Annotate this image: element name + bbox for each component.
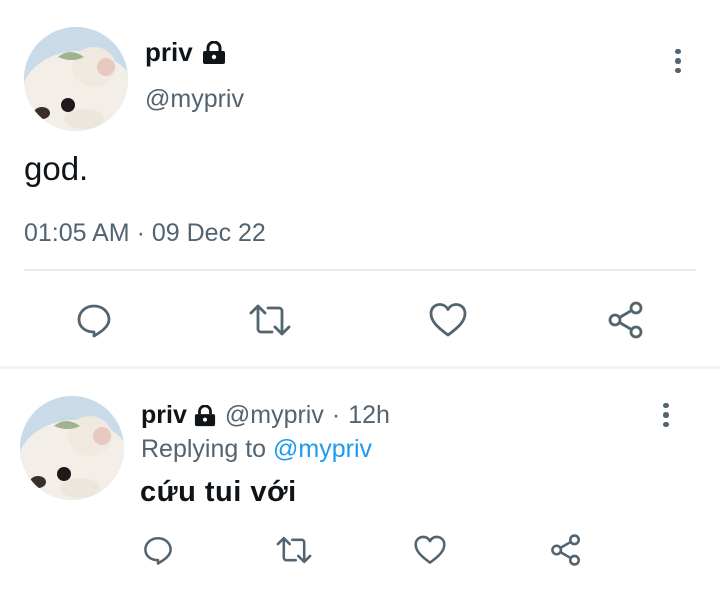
reply-text: cứu tui với <box>140 476 297 508</box>
retweet-icon <box>249 304 291 336</box>
reply-more-options-button[interactable] <box>652 398 680 432</box>
more-options-button[interactable] <box>664 44 692 78</box>
display-name-text[interactable]: priv <box>145 37 193 68</box>
handle[interactable]: @mypriv <box>145 85 244 114</box>
comment-icon <box>144 536 172 565</box>
reply-retweet-button[interactable] <box>274 532 314 568</box>
replying-to: Replying to @mypriv <box>141 435 372 464</box>
replying-to-handle-link[interactable]: @mypriv <box>273 435 372 463</box>
more-vertical-icon-dot <box>663 412 669 418</box>
share-button[interactable] <box>604 298 648 342</box>
reply-avatar[interactable] <box>20 396 124 500</box>
tweet-time: 01:05 AM <box>24 219 130 247</box>
retweet-icon <box>276 536 312 564</box>
more-vertical-icon <box>663 402 669 409</box>
reply-age: 12h <box>348 401 390 429</box>
share-icon <box>608 301 643 339</box>
comment-icon <box>77 304 111 338</box>
display-name[interactable]: priv <box>145 37 227 68</box>
reply-button[interactable] <box>72 298 116 342</box>
tweet-date: 09 Dec 22 <box>151 219 266 247</box>
lock-icon <box>193 404 217 427</box>
section-divider <box>0 366 720 369</box>
reply-share-button[interactable] <box>548 532 584 568</box>
lock-icon <box>201 40 227 65</box>
replying-to-label: Replying to <box>141 435 267 463</box>
reply-dot: · <box>331 401 341 429</box>
reply-display-name[interactable]: priv <box>141 401 217 430</box>
tweet-text: god. <box>24 150 89 187</box>
heart-icon <box>429 303 467 337</box>
heart-icon <box>414 535 446 564</box>
more-vertical-icon-dot <box>675 67 681 74</box>
retweet-button[interactable] <box>248 298 292 342</box>
reply-header: priv @mypriv · 12h <box>141 401 390 430</box>
avatar[interactable] <box>24 27 128 131</box>
reply-like-button[interactable] <box>412 532 448 568</box>
more-vertical-icon-dot <box>675 58 681 64</box>
divider <box>24 269 696 271</box>
reply-handle[interactable]: @mypriv <box>225 401 324 430</box>
more-vertical-icon-dot <box>663 421 669 428</box>
more-vertical-icon <box>675 48 681 55</box>
tweet-timestamp: 01:05 AM · 09 Dec 22 <box>24 219 266 248</box>
like-button[interactable] <box>426 298 470 342</box>
reply-reply-button[interactable] <box>140 532 176 568</box>
reply-display-name-text[interactable]: priv <box>141 401 187 430</box>
share-icon <box>551 534 581 566</box>
meta-separator: · <box>136 219 145 247</box>
